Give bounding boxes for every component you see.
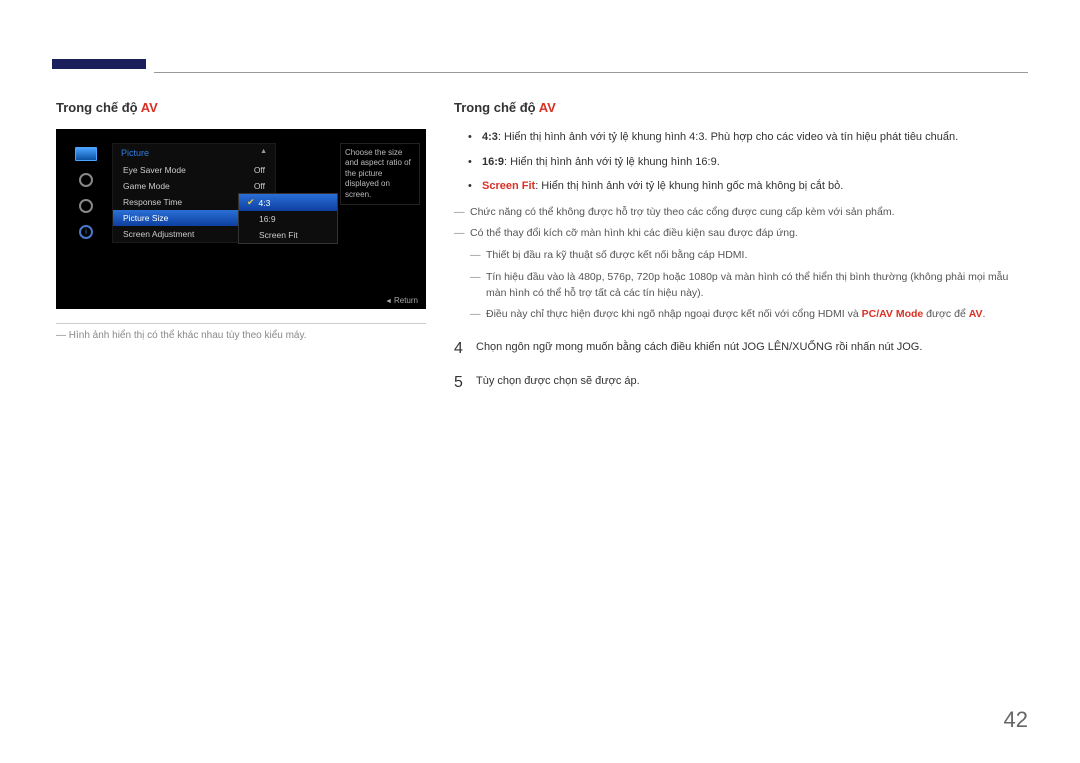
osd-sub-label: 16:9 bbox=[259, 214, 276, 224]
osd-menu-title: Picture bbox=[121, 148, 149, 158]
title-prefix: Trong chế độ bbox=[56, 100, 141, 115]
dash-note-1: Chức năng có thể không được hỗ trợ tùy t… bbox=[454, 205, 1024, 221]
osd-item-label: Game Mode bbox=[123, 181, 170, 191]
bullet-text: : Hiển thị hình ảnh với tỷ lệ khung hình… bbox=[504, 156, 720, 168]
gear-icon bbox=[79, 199, 93, 213]
osd-row-eye-saver[interactable]: Eye Saver Mode Off bbox=[113, 162, 275, 178]
bullet-list: 4:3: Hiển thị hình ảnh với tỷ lệ khung h… bbox=[472, 129, 1024, 195]
sub-dash-1: Thiết bị đầu ra kỹ thuật số được kết nối… bbox=[470, 248, 1024, 264]
step-5: 5 Tùy chọn được chọn sẽ được áp. bbox=[454, 371, 1024, 395]
osd-item-value: Off bbox=[254, 165, 265, 175]
sub-dash-3-pre: Điều này chỉ thực hiện được khi ngõ nhập… bbox=[486, 308, 862, 320]
sub-dash-3-post: . bbox=[983, 308, 986, 320]
osd-description: Choose the size and aspect ratio of the … bbox=[340, 143, 420, 205]
brightness-icon bbox=[79, 173, 93, 187]
bullet-16-9: 16:9: Hiển thị hình ảnh với tỷ lệ khung … bbox=[472, 154, 1024, 171]
sub-dash-3-red1: PC/AV Mode bbox=[862, 308, 924, 320]
osd-item-label: Screen Adjustment bbox=[123, 229, 194, 239]
bullet-label: Screen Fit bbox=[482, 180, 535, 192]
osd-item-label: Response Time bbox=[123, 197, 182, 207]
osd-submenu-4-3[interactable]: ✔ 4:3 bbox=[239, 194, 337, 211]
osd-submenu: ✔ 4:3 16:9 Screen Fit bbox=[238, 193, 338, 244]
header-divider bbox=[154, 72, 1028, 73]
osd-menu-header: Picture ▲ bbox=[113, 144, 275, 162]
bullet-text: : Hiển thị hình ảnh với tỷ lệ khung hình… bbox=[498, 131, 958, 143]
osd-submenu-16-9[interactable]: 16:9 bbox=[239, 211, 337, 227]
dash-note-2: Có thể thay đổi kích cỡ màn hình khi các… bbox=[454, 226, 1024, 242]
step-number: 5 bbox=[454, 371, 476, 395]
osd-sub-label: 4:3 bbox=[259, 198, 271, 208]
bullet-label: 4:3 bbox=[482, 131, 498, 143]
checkmark-icon: ✔ bbox=[247, 197, 255, 208]
osd-sidebar: i bbox=[68, 145, 104, 251]
bullet-4-3: 4:3: Hiển thị hình ảnh với tỷ lệ khung h… bbox=[472, 129, 1024, 146]
left-footnote: Hình ảnh hiển thị có thể khác nhau tùy t… bbox=[56, 323, 426, 341]
osd-sub-label: Screen Fit bbox=[259, 230, 298, 240]
step-text: Tùy chọn được chọn sẽ được áp. bbox=[476, 371, 1024, 395]
osd-item-value: Off bbox=[254, 181, 265, 191]
sub-dash-3: Điều này chỉ thực hiện được khi ngõ nhập… bbox=[470, 307, 1024, 323]
osd-screenshot: i Picture ▲ Eye Saver Mode Off Game Mode… bbox=[56, 129, 426, 309]
bullet-label: 16:9 bbox=[482, 156, 504, 168]
sub-dash-3-mid: được để bbox=[923, 308, 968, 320]
step-number: 4 bbox=[454, 337, 476, 361]
monitor-icon bbox=[75, 147, 97, 161]
step-text: Chọn ngôn ngữ mong muốn bằng cách điều k… bbox=[476, 337, 1024, 361]
title-prefix: Trong chế độ bbox=[454, 100, 539, 115]
osd-return-label[interactable]: Return bbox=[385, 296, 418, 305]
osd-submenu-screen-fit[interactable]: Screen Fit bbox=[239, 227, 337, 243]
up-arrow-icon: ▲ bbox=[260, 148, 267, 158]
title-mode: AV bbox=[141, 100, 158, 115]
header-accent-bar bbox=[52, 59, 146, 69]
left-column: Trong chế độ AV i Picture ▲ Eye Saver Mo… bbox=[56, 100, 426, 341]
info-icon: i bbox=[79, 225, 93, 239]
page-number: 42 bbox=[1004, 707, 1028, 733]
right-column: Trong chế độ AV 4:3: Hiển thị hình ảnh v… bbox=[454, 100, 1024, 405]
title-mode: AV bbox=[539, 100, 556, 115]
osd-row-game-mode[interactable]: Game Mode Off bbox=[113, 178, 275, 194]
sub-dash-3-red2: AV bbox=[969, 308, 983, 320]
bullet-text: : Hiển thị hình ảnh với tỷ lệ khung hình… bbox=[535, 180, 843, 192]
left-section-title: Trong chế độ AV bbox=[56, 100, 426, 115]
right-section-title: Trong chế độ AV bbox=[454, 100, 1024, 115]
bullet-screen-fit: Screen Fit: Hiển thị hình ảnh với tỷ lệ … bbox=[472, 178, 1024, 195]
step-4: 4 Chọn ngôn ngữ mong muốn bằng cách điều… bbox=[454, 337, 1024, 361]
osd-item-label: Eye Saver Mode bbox=[123, 165, 186, 175]
osd-item-label: Picture Size bbox=[123, 213, 168, 223]
sub-dash-2: Tín hiệu đầu vào là 480p, 576p, 720p hoặ… bbox=[470, 270, 1024, 302]
